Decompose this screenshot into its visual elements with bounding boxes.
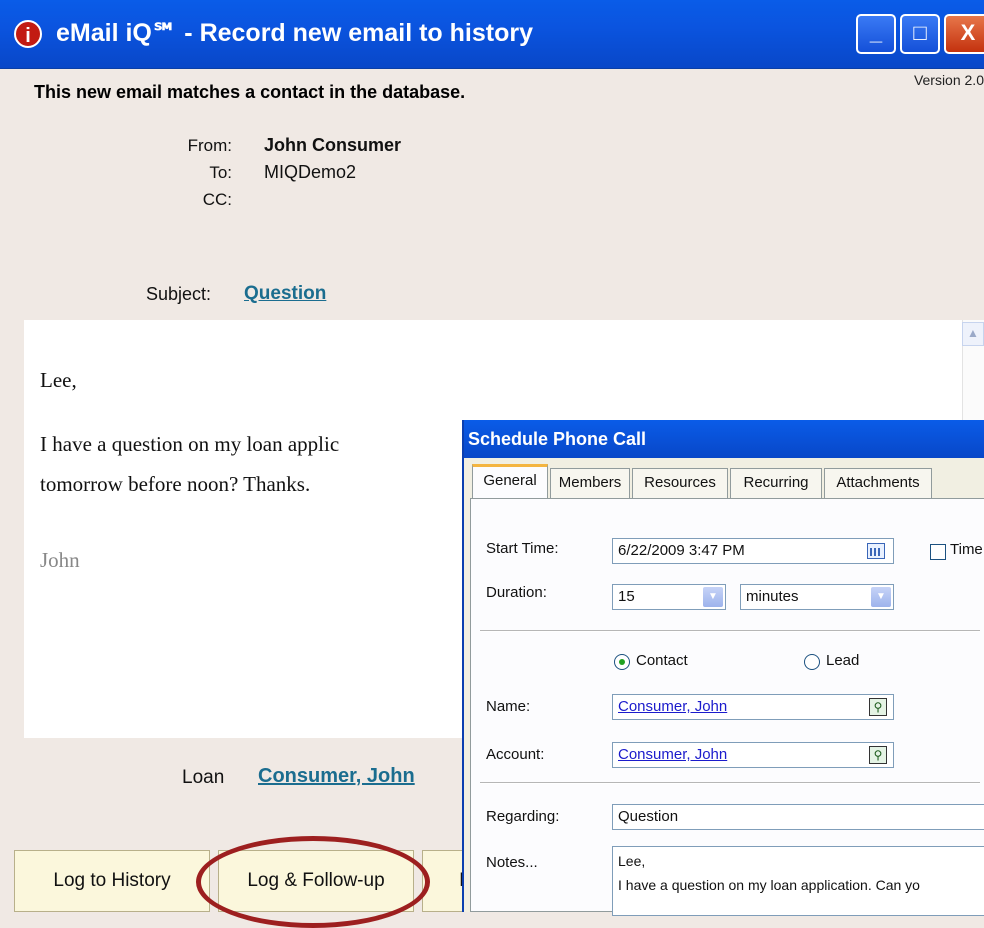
duration-select[interactable]: 15 ▼ <box>612 584 726 610</box>
contact-radio-label: Contact <box>636 652 688 669</box>
notes-button[interactable]: Notes... <box>486 854 538 871</box>
tab-members[interactable]: Members <box>550 468 630 498</box>
window-title: eMail iQ℠ - Record new email to history <box>56 19 533 47</box>
account-value[interactable]: Consumer, John <box>618 746 727 763</box>
tab-general[interactable]: General <box>472 464 548 499</box>
notes-textarea[interactable]: Lee, I have a question on my loan applic… <box>612 846 984 916</box>
match-type-label: Loan <box>182 767 225 788</box>
dialog-title[interactable]: Schedule Phone Call <box>464 420 984 458</box>
section-divider <box>480 630 980 632</box>
matched-contact-link[interactable]: Consumer, John <box>258 765 415 788</box>
title-bar[interactable]: i eMail iQ℠ - Record new email to histor… <box>0 0 984 69</box>
calendar-icon[interactable] <box>867 543 885 559</box>
timeless-label: Time <box>950 541 983 558</box>
notes-line-2: I have a question on my loan application… <box>618 877 920 893</box>
cc-label: CC: <box>202 190 232 209</box>
subject-label: Subject: <box>146 284 212 304</box>
duration-unit-value: minutes <box>746 588 799 605</box>
to-value: MIQDemo2 <box>264 162 357 182</box>
log-and-follow-up-button[interactable]: Log & Follow-up <box>218 850 414 912</box>
tab-resources[interactable]: Resources <box>632 468 728 498</box>
timeless-checkbox[interactable] <box>930 544 946 560</box>
chevron-down-icon[interactable]: ▼ <box>703 587 723 607</box>
regarding-field[interactable]: Question <box>612 804 984 830</box>
scroll-up-arrow-icon[interactable]: ▲ <box>962 322 984 346</box>
notes-line-1: Lee, <box>618 853 646 869</box>
lookup-icon[interactable]: ⚲ <box>869 746 887 764</box>
duration-label: Duration: <box>486 584 547 601</box>
duration-value: 15 <box>618 588 635 605</box>
name-value[interactable]: Consumer, John <box>618 698 727 715</box>
email-line-2: tomorrow before noon? Thanks. <box>40 472 311 496</box>
regarding-label: Regarding: <box>486 808 560 825</box>
from-label: From: <box>187 136 232 155</box>
schedule-phone-call-dialog: Schedule Phone Call General Members Reso… <box>462 420 984 916</box>
account-field[interactable]: Consumer, John ⚲ <box>612 742 894 768</box>
start-time-label: Start Time: <box>486 540 559 557</box>
maximize-button[interactable]: □ <box>900 14 940 54</box>
close-button[interactable]: X <box>944 14 984 54</box>
name-field[interactable]: Consumer, John ⚲ <box>612 694 894 720</box>
start-time-value: 6/22/2009 3:47 PM <box>618 542 745 559</box>
email-signature: John <box>40 548 80 572</box>
duration-unit-select[interactable]: minutes ▼ <box>740 584 894 610</box>
chevron-down-icon[interactable]: ▼ <box>871 587 891 607</box>
lead-radio-label: Lead <box>826 652 860 669</box>
start-time-field[interactable]: 6/22/2009 3:47 PM <box>612 538 894 564</box>
email-iq-window: i eMail iQ℠ - Record new email to histor… <box>0 0 984 928</box>
to-label: To: <box>209 163 232 182</box>
lead-radio[interactable] <box>804 654 820 670</box>
email-line-1: I have a question on my loan applic <box>40 432 340 456</box>
name-label: Name: <box>486 698 531 715</box>
section-divider <box>480 782 980 784</box>
subject-link[interactable]: Question <box>244 283 326 305</box>
tab-attachments[interactable]: Attachments <box>824 468 932 498</box>
lookup-icon[interactable]: ⚲ <box>869 698 887 716</box>
regarding-value: Question <box>618 808 679 825</box>
from-value: John Consumer <box>264 135 402 155</box>
contact-radio[interactable] <box>614 654 630 670</box>
tab-recurring[interactable]: Recurring <box>730 468 822 498</box>
log-to-history-button[interactable]: Log to History <box>14 850 210 912</box>
account-label: Account: <box>486 746 545 763</box>
email-greeting: Lee, <box>40 368 77 392</box>
minimize-button[interactable]: _ <box>856 14 896 54</box>
version-label: Version 2.0 <box>913 72 984 88</box>
app-info-icon[interactable]: i <box>14 20 42 48</box>
match-headline: This new email matches a contact in the … <box>34 82 466 102</box>
